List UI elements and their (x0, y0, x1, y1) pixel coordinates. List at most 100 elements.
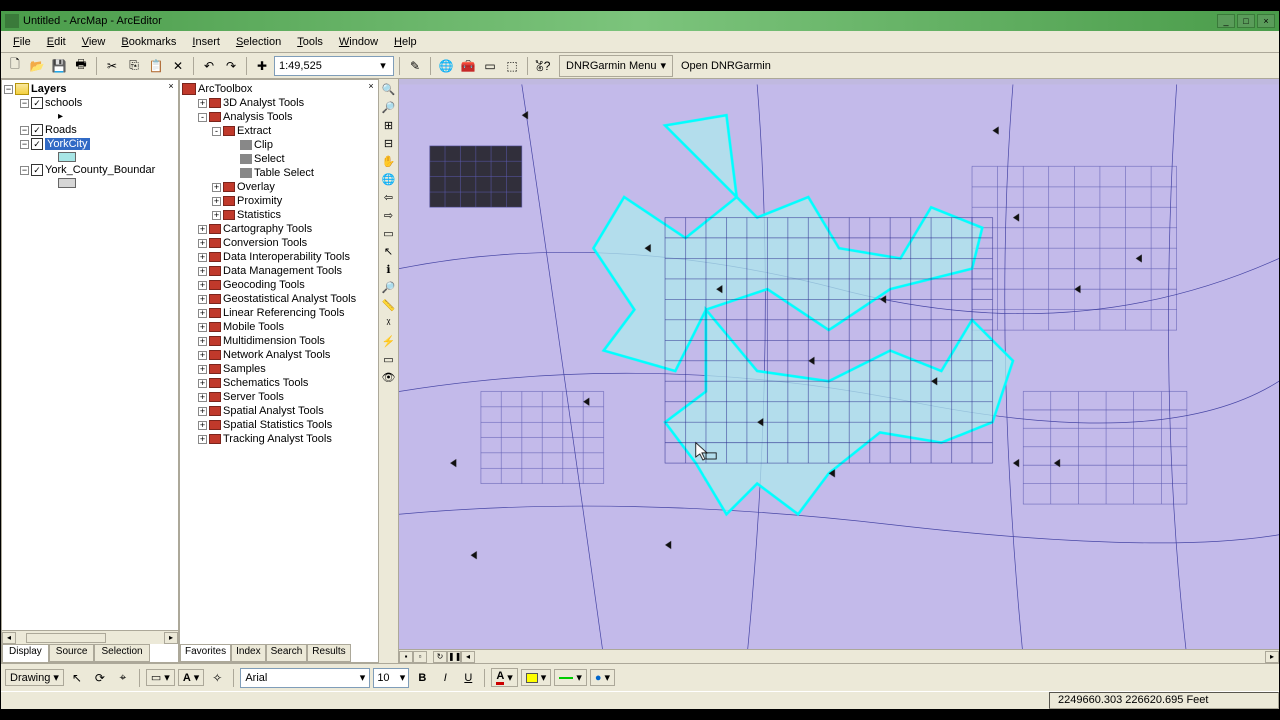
menu-window[interactable]: Window (333, 34, 384, 50)
layer-checkbox[interactable]: ✓ (31, 164, 43, 176)
toolbox-item[interactable]: Table Select (254, 167, 314, 179)
scroll-right-button[interactable]: ▸ (1265, 651, 1279, 663)
toolbox-item[interactable]: Data Management Tools (223, 265, 342, 277)
paste-button[interactable]: 📋 (146, 56, 166, 76)
toolbox-item[interactable]: Proximity (237, 195, 282, 207)
toolbox-item[interactable]: Network Analyst Tools (223, 349, 330, 361)
full-extent-icon[interactable]: 🌐 (381, 171, 397, 187)
toolbox-item[interactable]: Samples (223, 363, 266, 375)
fixed-zoom-in-icon[interactable]: ⊞ (381, 117, 397, 133)
expander[interactable]: + (198, 225, 207, 234)
minimize-button[interactable]: _ (1217, 14, 1235, 28)
zoom-to-selected-button[interactable]: ⌖ (113, 668, 133, 688)
viewer-icon[interactable]: 👁 (381, 369, 397, 385)
toolbox-item[interactable]: Spatial Statistics Tools (223, 419, 332, 431)
menu-insert[interactable]: Insert (186, 34, 226, 50)
marker-color-button[interactable]: ● ▾ (590, 669, 615, 686)
expander[interactable]: + (198, 295, 207, 304)
map-canvas[interactable]: ▪ ▫ ↻ ❚❚ ◂ ▸ (399, 79, 1279, 663)
layer-roads[interactable]: Roads (45, 124, 77, 136)
editor-toolbar-button[interactable]: ✎ (405, 56, 425, 76)
forward-icon[interactable]: ⇨ (381, 207, 397, 223)
save-button[interactable]: 💾 (49, 56, 69, 76)
layout-view-button[interactable]: ▫ (413, 651, 427, 663)
layer-checkbox[interactable]: ✓ (31, 97, 43, 109)
expander[interactable]: + (198, 351, 207, 360)
tab-index[interactable]: Index (231, 644, 265, 662)
toolbox-item[interactable]: Cartography Tools (223, 223, 312, 235)
model-builder-button[interactable]: ⬚ (502, 56, 522, 76)
toc-horizontal-scrollbar[interactable]: ◂ ▸ (2, 630, 178, 644)
line-color-button[interactable]: ▾ (554, 669, 587, 686)
font-name-input[interactable]: Arial ▾ (240, 668, 370, 688)
expander[interactable]: - (198, 113, 207, 122)
new-button[interactable]: 🗋 (5, 56, 25, 76)
expander[interactable]: + (212, 197, 221, 206)
expander[interactable]: + (198, 267, 207, 276)
tab-selection[interactable]: Selection (94, 644, 149, 662)
expander[interactable]: + (212, 211, 221, 220)
layer-swatch[interactable] (58, 178, 76, 188)
toolbox-item[interactable]: Linear Referencing Tools (223, 307, 344, 319)
expander[interactable]: + (198, 253, 207, 262)
open-button[interactable]: 📂 (27, 56, 47, 76)
refresh-button[interactable]: ↻ (433, 651, 447, 663)
toolbox-item[interactable]: 3D Analyst Tools (223, 97, 304, 109)
add-data-button[interactable]: ✚ (252, 56, 272, 76)
open-dnrgarmin-link[interactable]: Open DNRGarmin (675, 60, 777, 72)
layer-checkbox[interactable]: ✓ (31, 138, 43, 150)
zoom-in-icon[interactable]: 🔍 (381, 81, 397, 97)
toolbox-item[interactable]: Tracking Analyst Tools (223, 433, 332, 445)
tab-search[interactable]: Search (266, 644, 308, 662)
menu-tools[interactable]: Tools (291, 34, 329, 50)
expander[interactable]: + (198, 239, 207, 248)
menu-selection[interactable]: Selection (230, 34, 287, 50)
menu-view[interactable]: View (76, 34, 112, 50)
pan-icon[interactable]: ✋ (381, 153, 397, 169)
back-icon[interactable]: ⇦ (381, 189, 397, 205)
command-line-button[interactable]: ▭ (480, 56, 500, 76)
map-scale-input[interactable]: 1:49,525 ▾ (274, 56, 394, 76)
identify-icon[interactable]: ℹ (381, 261, 397, 277)
copy-button[interactable]: ⎘ (124, 56, 144, 76)
toolbox-item[interactable]: Clip (254, 139, 273, 151)
print-button[interactable]: 🖶 (71, 56, 91, 76)
undo-button[interactable]: ↶ (199, 56, 219, 76)
toc-close-button[interactable]: × (166, 81, 176, 91)
expander[interactable]: + (198, 435, 207, 444)
menu-help[interactable]: Help (388, 34, 423, 50)
scroll-right-button[interactable]: ▸ (164, 632, 178, 644)
expander[interactable]: + (198, 309, 207, 318)
delete-button[interactable]: ✕ (168, 56, 188, 76)
scroll-left-button[interactable]: ◂ (461, 651, 475, 663)
underline-button[interactable]: U (458, 668, 478, 688)
expander[interactable]: + (198, 365, 207, 374)
map-horizontal-scrollbar[interactable] (475, 651, 1265, 663)
new-rectangle-button[interactable]: ▭ ▾ (146, 669, 175, 686)
rotate-button[interactable]: ⟳ (90, 668, 110, 688)
layer-yorkcity[interactable]: YorkCity (45, 138, 90, 150)
close-button[interactable]: × (1257, 14, 1275, 28)
toolbox-item[interactable]: Extract (237, 125, 271, 137)
toolbox-item[interactable]: Spatial Analyst Tools (223, 405, 324, 417)
fill-color-button[interactable]: ▾ (521, 669, 552, 686)
toolbox-item[interactable]: Geocoding Tools (223, 279, 305, 291)
toolbox-item[interactable]: Statistics (237, 209, 281, 221)
cut-button[interactable]: ✂ (102, 56, 122, 76)
toolbox-item[interactable]: Overlay (237, 181, 275, 193)
layer-york_county_boundar[interactable]: York_County_Boundar (45, 164, 155, 176)
tab-results[interactable]: Results (307, 644, 350, 662)
point-symbol-icon[interactable]: ▸ (58, 111, 63, 122)
expander[interactable]: − (20, 99, 29, 108)
select-element-icon[interactable]: ↖ (381, 243, 397, 259)
toolbox-item[interactable]: Geostatistical Analyst Tools (223, 293, 356, 305)
toolbox-item[interactable]: Mobile Tools (223, 321, 284, 333)
dnrgarmin-menu[interactable]: DNRGarmin Menu ▾ (559, 55, 673, 77)
expander[interactable]: + (198, 421, 207, 430)
select-elements-button[interactable]: ↖ (67, 668, 87, 688)
italic-button[interactable]: I (435, 668, 455, 688)
expander[interactable]: + (198, 379, 207, 388)
layer-schools[interactable]: schools (45, 97, 82, 109)
expander[interactable]: − (20, 166, 29, 175)
find-icon[interactable]: 🔎 (381, 279, 397, 295)
